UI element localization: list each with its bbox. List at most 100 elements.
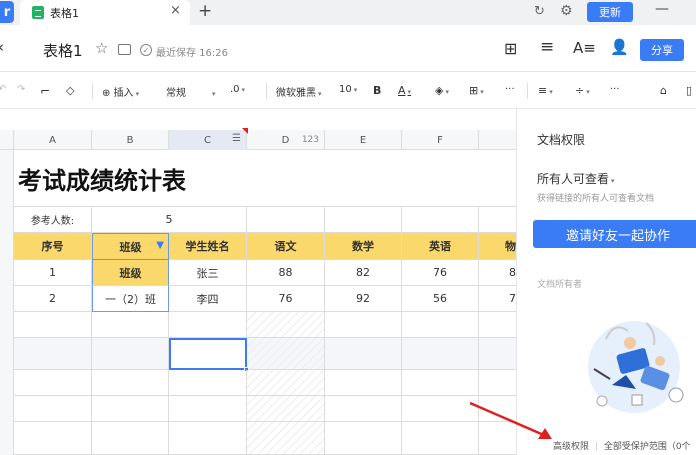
table-cell[interactable]	[92, 396, 169, 422]
format-painter-icon[interactable]: ⌐	[40, 84, 50, 98]
column-header-e[interactable]: E	[325, 130, 402, 150]
table-cell[interactable]	[14, 312, 92, 338]
table-cell[interactable]	[14, 370, 92, 396]
table-cell[interactable]	[479, 370, 516, 396]
column-header-d[interactable]: D 123	[247, 130, 325, 150]
table-cell[interactable]	[325, 370, 402, 396]
table-cell[interactable]: 76	[402, 260, 479, 286]
column-header-f[interactable]: F	[402, 130, 479, 150]
table-cell[interactable]	[325, 396, 402, 422]
table-cell[interactable]: 一（2）班	[92, 286, 169, 312]
table-cell[interactable]: 56	[402, 286, 479, 312]
table-cell[interactable]	[14, 338, 92, 370]
header-cell-class[interactable]: 班级 ▼	[92, 233, 169, 260]
move-to-folder-icon[interactable]	[118, 44, 131, 55]
table-cell[interactable]	[169, 312, 247, 338]
clear-format-icon[interactable]: ◇	[66, 84, 74, 97]
update-button[interactable]: 更新	[587, 2, 633, 22]
share-button[interactable]: 分享	[640, 39, 684, 61]
column-header-b[interactable]: B	[92, 130, 169, 150]
document-tab[interactable]: 表格1 ×	[20, 0, 190, 25]
table-cell[interactable]: 2	[14, 286, 92, 312]
insert-button[interactable]: ⊕ 插入 ▾	[102, 84, 139, 99]
column-header-c[interactable]: C ☰	[169, 128, 248, 150]
table-cell[interactable]	[402, 370, 479, 396]
table-cell[interactable]	[402, 312, 479, 338]
table-cell[interactable]	[325, 422, 402, 455]
table-cell[interactable]	[325, 312, 402, 338]
border-icon[interactable]: ⊞ ▾	[469, 84, 484, 97]
more-tools-1[interactable]: ···	[505, 84, 515, 95]
star-icon[interactable]: ☆	[95, 39, 108, 57]
redo-icon[interactable]: ↷	[17, 84, 25, 95]
header-cell-english[interactable]: 英语	[402, 233, 479, 260]
select-all-corner[interactable]	[0, 130, 14, 150]
table-cell[interactable]	[247, 207, 325, 233]
paint-icon[interactable]: ⌂	[660, 84, 667, 97]
column-header-g[interactable]	[479, 130, 516, 150]
table-cell[interactable]: 88	[247, 260, 325, 286]
refresh-icon[interactable]: ↻	[534, 4, 545, 19]
table-cell[interactable]: 1	[14, 260, 92, 286]
table-cell[interactable]	[479, 338, 516, 370]
table-cell[interactable]	[169, 370, 247, 396]
table-cell[interactable]: 7	[479, 286, 516, 312]
column-header-a[interactable]: A	[14, 130, 92, 150]
settings-icon[interactable]: ⚙	[560, 3, 573, 19]
count-value[interactable]: 5	[92, 207, 247, 233]
count-label[interactable]: 参考人数:	[14, 207, 92, 233]
table-cell[interactable]	[247, 312, 325, 338]
active-cell[interactable]	[169, 338, 247, 370]
font-size-select[interactable]: 10 ▾	[339, 84, 357, 95]
bold-button[interactable]: B	[373, 84, 381, 97]
more-tools-2[interactable]: ···	[610, 84, 620, 95]
table-cell[interactable]	[402, 207, 479, 233]
table-cell[interactable]	[325, 338, 402, 370]
align-icon[interactable]: ≡ ▾	[538, 84, 553, 97]
table-cell[interactable]	[92, 338, 169, 370]
protected-range-link[interactable]: 全部受保护范围（0个	[604, 442, 691, 452]
back-icon[interactable]: ‹	[0, 38, 4, 56]
table-cell[interactable]	[479, 312, 516, 338]
header-cell-chinese[interactable]: 语文	[247, 233, 325, 260]
table-cell[interactable]: 8	[479, 260, 516, 286]
new-tab-icon[interactable]: +	[198, 1, 212, 21]
table-cell[interactable]	[92, 312, 169, 338]
table-cell[interactable]	[169, 422, 247, 455]
tab-close-icon[interactable]: ×	[170, 3, 181, 18]
permission-scope-select[interactable]: 所有人可查看 ▾	[537, 170, 615, 187]
active-filter-icon[interactable]: ▼	[156, 240, 164, 251]
table-cell[interactable]	[14, 396, 92, 422]
document-title[interactable]: 表格1	[43, 40, 83, 61]
table-cell[interactable]: 李四	[169, 286, 247, 312]
collaborators-icon[interactable]: 👤	[610, 38, 629, 56]
table-cell[interactable]	[92, 370, 169, 396]
table-cell[interactable]: 76	[247, 286, 325, 312]
invite-collaborators-button[interactable]: 邀请好友一起协作	[533, 220, 696, 248]
header-cell-index[interactable]: 序号	[14, 233, 92, 260]
new-document-icon[interactable]: ⊞	[504, 39, 517, 58]
header-cell-math[interactable]: 数学	[325, 233, 402, 260]
table-cell[interactable]	[479, 207, 516, 233]
table-cell[interactable]	[247, 396, 325, 422]
table-cell[interactable]	[169, 396, 247, 422]
font-family-select[interactable]: 微软雅黑 ▾	[276, 84, 322, 99]
minimize-icon[interactable]: —	[655, 1, 669, 17]
menu-icon[interactable]: ≡	[540, 37, 554, 57]
filter-icon[interactable]: ☰	[232, 133, 241, 144]
number-format-select[interactable]: 常规 ▾	[166, 84, 216, 99]
table-cell[interactable]	[247, 338, 325, 370]
font-color-button[interactable]: A ▾	[398, 84, 411, 97]
sheet-title[interactable]: 考试成绩统计表	[14, 150, 516, 207]
header-cell-physics[interactable]: 物	[479, 233, 516, 260]
app-logo-icon[interactable]: r	[0, 1, 14, 23]
undo-icon[interactable]: ↶	[0, 84, 6, 95]
table-cell[interactable]	[247, 422, 325, 455]
table-cell[interactable]: 82	[325, 260, 402, 286]
table-cell[interactable]: 92	[325, 286, 402, 312]
side-panel-icon[interactable]: ▯	[686, 84, 692, 97]
text-format-icon[interactable]: A≡	[573, 39, 596, 57]
table-cell[interactable]	[325, 207, 402, 233]
table-cell[interactable]	[247, 370, 325, 396]
decimal-select[interactable]: .0 ▾	[230, 84, 245, 95]
